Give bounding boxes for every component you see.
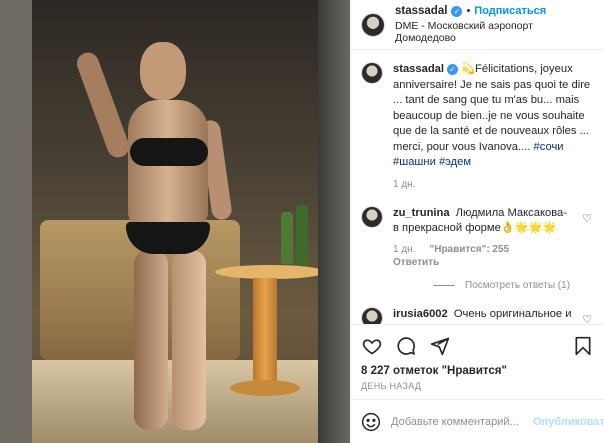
comment-item: irusia6002 Очень оригинальное и неордина… [361, 306, 594, 325]
post-header: stassadal ✓ • Подписаться DME - Московск… [351, 0, 604, 50]
likes-count: 8 227 [361, 365, 390, 377]
hashtag-link[interactable]: #эдем [439, 156, 471, 168]
share-icon[interactable] [429, 335, 451, 357]
comment-meta: 1 дн. "Нравится": 255 [393, 244, 594, 255]
likes-summary[interactable]: 8 227 отметок "Нравится" [361, 365, 594, 377]
post-header-text: stassadal ✓ • Подписаться DME - Московск… [395, 5, 594, 44]
author-username[interactable]: stassadal [395, 5, 447, 17]
emoji-icon[interactable] [361, 412, 381, 432]
post-photo[interactable] [0, 0, 350, 443]
post-action-icons [361, 331, 594, 361]
commenter-avatar[interactable] [361, 306, 383, 324]
likes-label: отметок [392, 365, 439, 377]
bookmark-icon[interactable] [572, 335, 594, 357]
photo-bottle [296, 205, 308, 265]
post-caption: stassadal ✓ 💫Félicitations, joyeux annive… [361, 62, 594, 171]
photo-person-leg [134, 250, 168, 430]
comment-like-heart-icon[interactable]: ♡ [582, 313, 592, 325]
verified-badge-icon: ✓ [447, 64, 458, 75]
caption-author-avatar[interactable] [361, 62, 383, 84]
post-location[interactable]: DME - Московский аэропорт Домодедово [395, 20, 594, 44]
view-replies-button[interactable]: Посмотреть ответы (1) [433, 280, 594, 291]
photo-door-frame-left [0, 0, 32, 443]
view-replies-label: Посмотреть ответы (1) [465, 279, 571, 291]
posted-time: ДЕНЬ НАЗАД [361, 381, 422, 391]
author-avatar[interactable] [361, 12, 385, 37]
caption-age: 1 дн. [393, 178, 416, 190]
follow-button[interactable]: Подписаться [474, 5, 546, 17]
caption-body: stassadal ✓ 💫Félicitations, joyeux annive… [393, 62, 594, 171]
reply-button[interactable]: Ответить [393, 257, 439, 268]
post-actions-bar: 8 227 отметок "Нравится" ДЕНЬ НАЗАД [351, 324, 604, 391]
photo-table-leg [253, 278, 277, 388]
publish-button[interactable]: Опубликовать [533, 416, 604, 428]
replies-divider-line [433, 284, 455, 286]
commenter-username[interactable]: zu_trunina [393, 207, 450, 219]
comment-body: irusia6002 Очень оригинальное и неордина… [393, 307, 594, 325]
comment-like-heart-icon[interactable]: ♡ [582, 212, 592, 225]
comment-body: zu_trunina Людмила Максакова- в прекрасн… [393, 206, 594, 236]
comment-age: 1 дн. [393, 243, 416, 255]
heart-icon[interactable] [361, 335, 383, 357]
comment-input[interactable] [391, 415, 533, 428]
comment-content: zu_trunina Людмила Максакова- в прекрасн… [393, 206, 594, 268]
commenter-username[interactable]: irusia6002 [393, 308, 448, 320]
hashtag-link[interactable]: #сочи [534, 141, 564, 153]
hashtag-link[interactable]: #шашни [393, 156, 436, 168]
comment-likes-count[interactable]: "Нравится": 255 [429, 244, 509, 255]
caption-text: 💫Félicitations, joyeux anniversaire! Je … [393, 63, 591, 153]
verified-badge-icon: ✓ [451, 5, 463, 17]
comment-actions: Ответить [393, 257, 594, 268]
photo-table-base [230, 380, 300, 396]
comment-item: zu_trunina Людмила Максакова- в прекрасн… [361, 205, 594, 268]
add-comment-bar: Опубликовать [351, 399, 604, 443]
comments-section: stassadal ✓ 💫Félicitations, joyeux annive… [351, 50, 604, 324]
photo-door-frame-right [318, 0, 350, 443]
likes-suffix: "Нравится" [441, 365, 507, 377]
photo-person-swimsuit-top [130, 138, 208, 166]
photo-person-leg [172, 250, 206, 430]
instagram-post-view: stassadal ✓ • Подписаться DME - Московск… [0, 0, 604, 443]
photo-bottle [281, 212, 293, 264]
photo-person-swimsuit-bottom [126, 222, 210, 254]
caption-username[interactable]: stassadal [393, 63, 444, 75]
commenter-avatar[interactable] [361, 205, 383, 228]
post-side-panel: stassadal ✓ • Подписаться DME - Московск… [350, 0, 604, 443]
post-header-line: stassadal ✓ • Подписаться [395, 5, 594, 17]
photo-table [215, 265, 325, 279]
photo-person-head [140, 42, 186, 100]
comment-icon[interactable] [395, 335, 417, 357]
header-separator: • [466, 5, 471, 17]
